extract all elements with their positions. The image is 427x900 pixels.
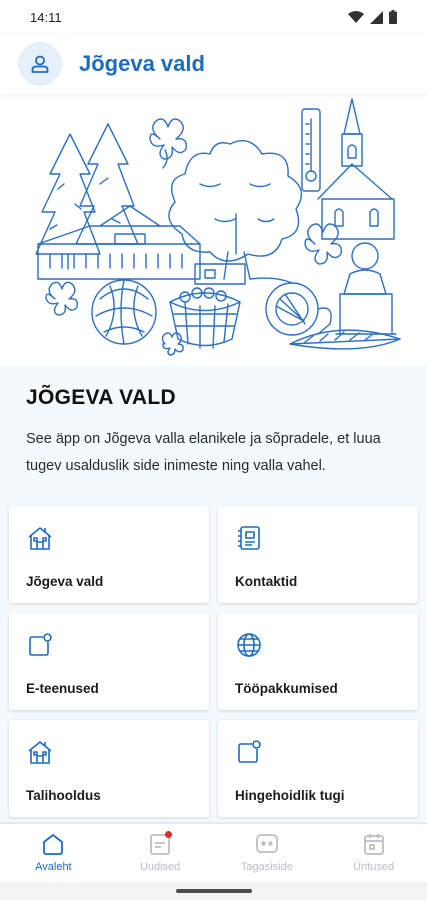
cabbage-illustration bbox=[91, 279, 157, 345]
intro-text: See äpp on Jõgeva valla elanikele ja sõp… bbox=[26, 431, 381, 474]
notification-square-icon bbox=[29, 633, 52, 656]
battery-icon bbox=[389, 10, 397, 24]
tile-toopakkumised[interactable]: Tööpakkumised bbox=[218, 613, 418, 710]
wifi-icon bbox=[348, 10, 364, 23]
tile-hingehoidlik-tugi[interactable]: Hingehoidlik tugi bbox=[218, 720, 418, 817]
tile-label: Hingehoidlik tugi bbox=[235, 788, 345, 803]
house-icon bbox=[28, 527, 52, 550]
status-time: 14:11 bbox=[30, 9, 62, 25]
bust-statue-illustration bbox=[335, 242, 397, 335]
notification-badge bbox=[164, 831, 172, 838]
page-title: Jõgeva vald bbox=[79, 51, 205, 76]
user-icon bbox=[31, 55, 49, 73]
profile-button[interactable] bbox=[18, 42, 62, 86]
app-header: Jõgeva vald bbox=[0, 34, 427, 94]
system-gesture-bar bbox=[0, 882, 427, 900]
status-icons bbox=[348, 10, 397, 24]
intro-title: JÕGEVA VALD bbox=[26, 386, 176, 409]
tile-kontaktid[interactable]: Kontaktid bbox=[218, 506, 418, 603]
tile-label: Kontaktid bbox=[235, 574, 298, 589]
basket-illustration bbox=[169, 287, 241, 349]
nav-tagasiside[interactable]: Tagasiside bbox=[214, 824, 321, 882]
nav-label: Tagasiside bbox=[240, 861, 293, 873]
oak-tree-illustration bbox=[168, 140, 303, 285]
nav-label: Üritused bbox=[353, 861, 395, 873]
clover-illustration bbox=[45, 118, 342, 356]
tile-label: Tööpakkumised bbox=[235, 681, 338, 696]
home-icon bbox=[43, 834, 64, 855]
church-illustration bbox=[317, 98, 395, 240]
house-icon bbox=[28, 741, 52, 764]
bottom-navigation: Avaleht Uudised Tagasiside Üritused bbox=[0, 822, 427, 882]
menu-grid: Jõgeva vald Kontaktid E-teenused Tööpakk… bbox=[0, 500, 427, 822]
status-bar: 14:11 bbox=[0, 0, 427, 34]
manor-building-illustration bbox=[37, 205, 201, 280]
spruce-tree-illustration bbox=[35, 123, 139, 270]
horn-illustration bbox=[249, 277, 332, 336]
nav-label: Avaleht bbox=[35, 861, 72, 873]
tile-label: Talihooldus bbox=[26, 788, 101, 803]
nav-avaleht[interactable]: Avaleht bbox=[0, 824, 107, 882]
calendar-icon bbox=[363, 834, 384, 855]
notification-square-icon bbox=[238, 740, 261, 763]
home-gesture-handle[interactable] bbox=[176, 889, 252, 893]
thermometer-illustration bbox=[301, 108, 321, 192]
feather-illustration bbox=[289, 329, 401, 350]
nav-label: Uudised bbox=[139, 861, 181, 873]
hero-illustration bbox=[0, 94, 427, 366]
tile-label: E-teenused bbox=[26, 681, 99, 696]
tile-jogeva-vald[interactable]: Jõgeva vald bbox=[9, 506, 209, 603]
globe-icon bbox=[237, 633, 261, 657]
signal-icon bbox=[370, 10, 383, 24]
nav-uritused[interactable]: Üritused bbox=[320, 824, 427, 882]
intro-section: JÕGEVA VALD See äpp on Jõgeva valla elan… bbox=[0, 366, 427, 500]
tile-label: Jõgeva vald bbox=[26, 574, 104, 589]
contacts-icon bbox=[238, 526, 260, 550]
tile-e-teenused[interactable]: E-teenused bbox=[9, 613, 209, 710]
tile-talihooldus[interactable]: Talihooldus bbox=[9, 720, 209, 817]
nav-uudised[interactable]: Uudised bbox=[107, 824, 214, 882]
feedback-icon bbox=[255, 834, 278, 853]
